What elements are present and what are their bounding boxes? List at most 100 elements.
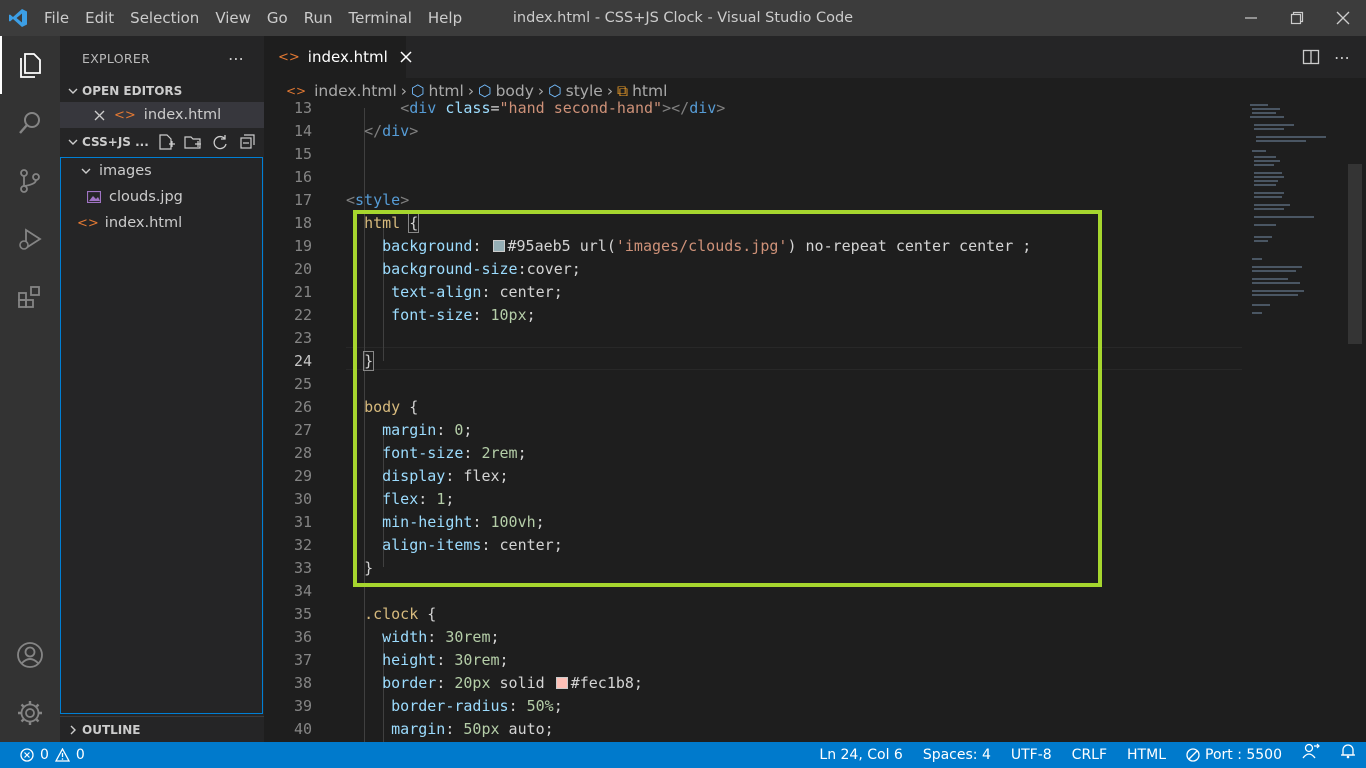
tree-item-label: clouds.jpg [109, 189, 183, 205]
explorer-icon[interactable] [0, 36, 60, 94]
split-editor-icon[interactable] [1302, 48, 1320, 66]
menu-selection[interactable]: Selection [122, 0, 207, 36]
outline-section[interactable]: OUTLINE [60, 716, 264, 742]
breadcrumb-item[interactable]: html [429, 82, 464, 100]
outline-label: OUTLINE [82, 722, 141, 737]
chevron-down-icon [64, 86, 82, 96]
breadcrumb-item[interactable]: body [496, 82, 534, 100]
tab-label: index.html [307, 48, 388, 66]
code-line: 26 body { [293, 398, 419, 416]
problems-indicator[interactable]: 0 0 [0, 747, 85, 763]
folder-tree: images clouds.jpg <> index.html [60, 157, 263, 714]
chevron-right-icon [64, 725, 82, 735]
code-line: 28 font-size: 2rem; [293, 444, 527, 462]
source-control-icon[interactable] [0, 152, 60, 210]
code-line: 13 <div class="hand second-hand"></div> [293, 100, 726, 117]
menu-go[interactable]: Go [259, 0, 296, 36]
tab-actions: ⋯ [1302, 36, 1350, 78]
menu-edit[interactable]: Edit [77, 0, 122, 36]
minimap[interactable] [1246, 100, 1346, 340]
code-editor[interactable]: 13 <div class="hand second-hand"></div> … [264, 100, 1366, 742]
menu-terminal[interactable]: Terminal [341, 0, 420, 36]
search-icon[interactable] [0, 94, 60, 152]
live-share-icon[interactable] [1292, 742, 1330, 768]
live-server-port[interactable]: Port : 5500 [1176, 742, 1292, 768]
breadcrumb-item[interactable]: index.html [314, 82, 397, 100]
close-tab-icon[interactable] [400, 51, 412, 63]
indentation[interactable]: Spaces: 4 [913, 742, 1001, 768]
encoding[interactable]: UTF-8 [1001, 742, 1062, 768]
breadcrumb-item[interactable]: style [566, 82, 603, 100]
accounts-icon[interactable] [0, 626, 60, 684]
warning-count: 0 [75, 747, 85, 763]
open-editors-label: OPEN EDITORS [82, 84, 183, 98]
block-icon [1186, 748, 1200, 762]
code-line: 37 height: 30rem; [293, 651, 509, 669]
code-line: 18 html { [293, 213, 420, 233]
folder-name: CSS+JS ... [82, 135, 149, 149]
menu-view[interactable]: View [207, 0, 259, 36]
warning-icon [54, 748, 70, 762]
code-line: 15 [293, 145, 312, 163]
extensions-icon[interactable] [0, 268, 60, 326]
menu-file[interactable]: File [36, 0, 77, 36]
error-count: 0 [40, 747, 49, 763]
menu-run[interactable]: Run [296, 0, 341, 36]
chevron-down-icon [77, 166, 95, 176]
tree-item-clouds-jpg[interactable]: clouds.jpg [61, 184, 262, 210]
code-line: 23 [293, 329, 312, 347]
code-line: 27 margin: 0; [293, 421, 473, 439]
code-line: 29 display: flex; [293, 467, 509, 485]
close-window-button[interactable] [1320, 0, 1366, 36]
settings-gear-icon[interactable] [0, 684, 60, 742]
scroll-thumb[interactable] [1348, 164, 1362, 344]
end-of-line[interactable]: CRLF [1062, 742, 1117, 768]
color-swatch[interactable] [555, 677, 568, 689]
menu-help[interactable]: Help [420, 0, 470, 36]
editor-tabs: <> index.html ⋯ [264, 36, 1366, 78]
code-line: 33 } [293, 559, 374, 577]
new-folder-icon[interactable] [184, 133, 202, 151]
refresh-icon[interactable] [211, 133, 229, 151]
more-actions-icon[interactable]: ⋯ [1334, 48, 1350, 67]
editor-scrollbar[interactable] [1348, 104, 1362, 742]
code-line: 38 border: 20px solid #fec1b8; [293, 674, 643, 692]
sidebar-title: EXPLORER [82, 50, 151, 66]
tree-item-index-html[interactable]: <> index.html [61, 210, 262, 236]
sidebar-header: EXPLORER ⋯ [60, 36, 264, 80]
html-file-icon: <> [77, 215, 99, 231]
folder-section[interactable]: CSS+JS ... [60, 128, 264, 156]
cursor-position[interactable]: Ln 24, Col 6 [809, 742, 912, 768]
code-line: 30 flex: 1; [293, 490, 455, 508]
code-line: 17 <style> [293, 191, 410, 209]
new-file-icon[interactable] [157, 133, 175, 151]
open-editor-item[interactable]: <> index.html [60, 102, 264, 128]
run-debug-icon[interactable] [0, 210, 60, 268]
collapse-all-icon[interactable] [238, 133, 256, 151]
image-file-icon [87, 191, 103, 203]
tab-index-html[interactable]: <> index.html [264, 36, 412, 78]
code-line: 32 align-items: center; [293, 536, 563, 554]
vscode-logo-icon [0, 0, 36, 36]
code-line: 19 background: #95aeb5 url('images/cloud… [293, 237, 1032, 255]
tree-item-images[interactable]: images [61, 158, 262, 184]
status-right: Ln 24, Col 6 Spaces: 4 UTF-8 CRLF HTML P… [809, 742, 1366, 768]
code-line: 35 .clock { [293, 605, 437, 623]
html-file-icon: <> [114, 107, 136, 123]
color-swatch[interactable] [492, 240, 505, 252]
code-line: 14 </div> [293, 122, 419, 140]
element-cube-icon: ⬡ [548, 82, 562, 100]
element-cube-icon: ⬡ [410, 82, 425, 100]
code-line: 21 text-align: center; [293, 283, 563, 301]
more-actions-icon[interactable]: ⋯ [228, 49, 244, 68]
notifications-bell-icon[interactable] [1330, 742, 1366, 768]
language-mode[interactable]: HTML [1117, 742, 1176, 768]
code-line: 34 [293, 582, 312, 600]
open-editors-section[interactable]: OPEN EDITORS [60, 80, 264, 102]
close-icon[interactable] [90, 110, 108, 121]
element-cube-icon: ⬡ [478, 82, 492, 100]
restore-button[interactable] [1274, 0, 1320, 36]
chevron-right-icon: › [400, 82, 407, 100]
breadcrumb-item[interactable]: html [632, 82, 667, 100]
minimize-button[interactable] [1228, 0, 1274, 36]
